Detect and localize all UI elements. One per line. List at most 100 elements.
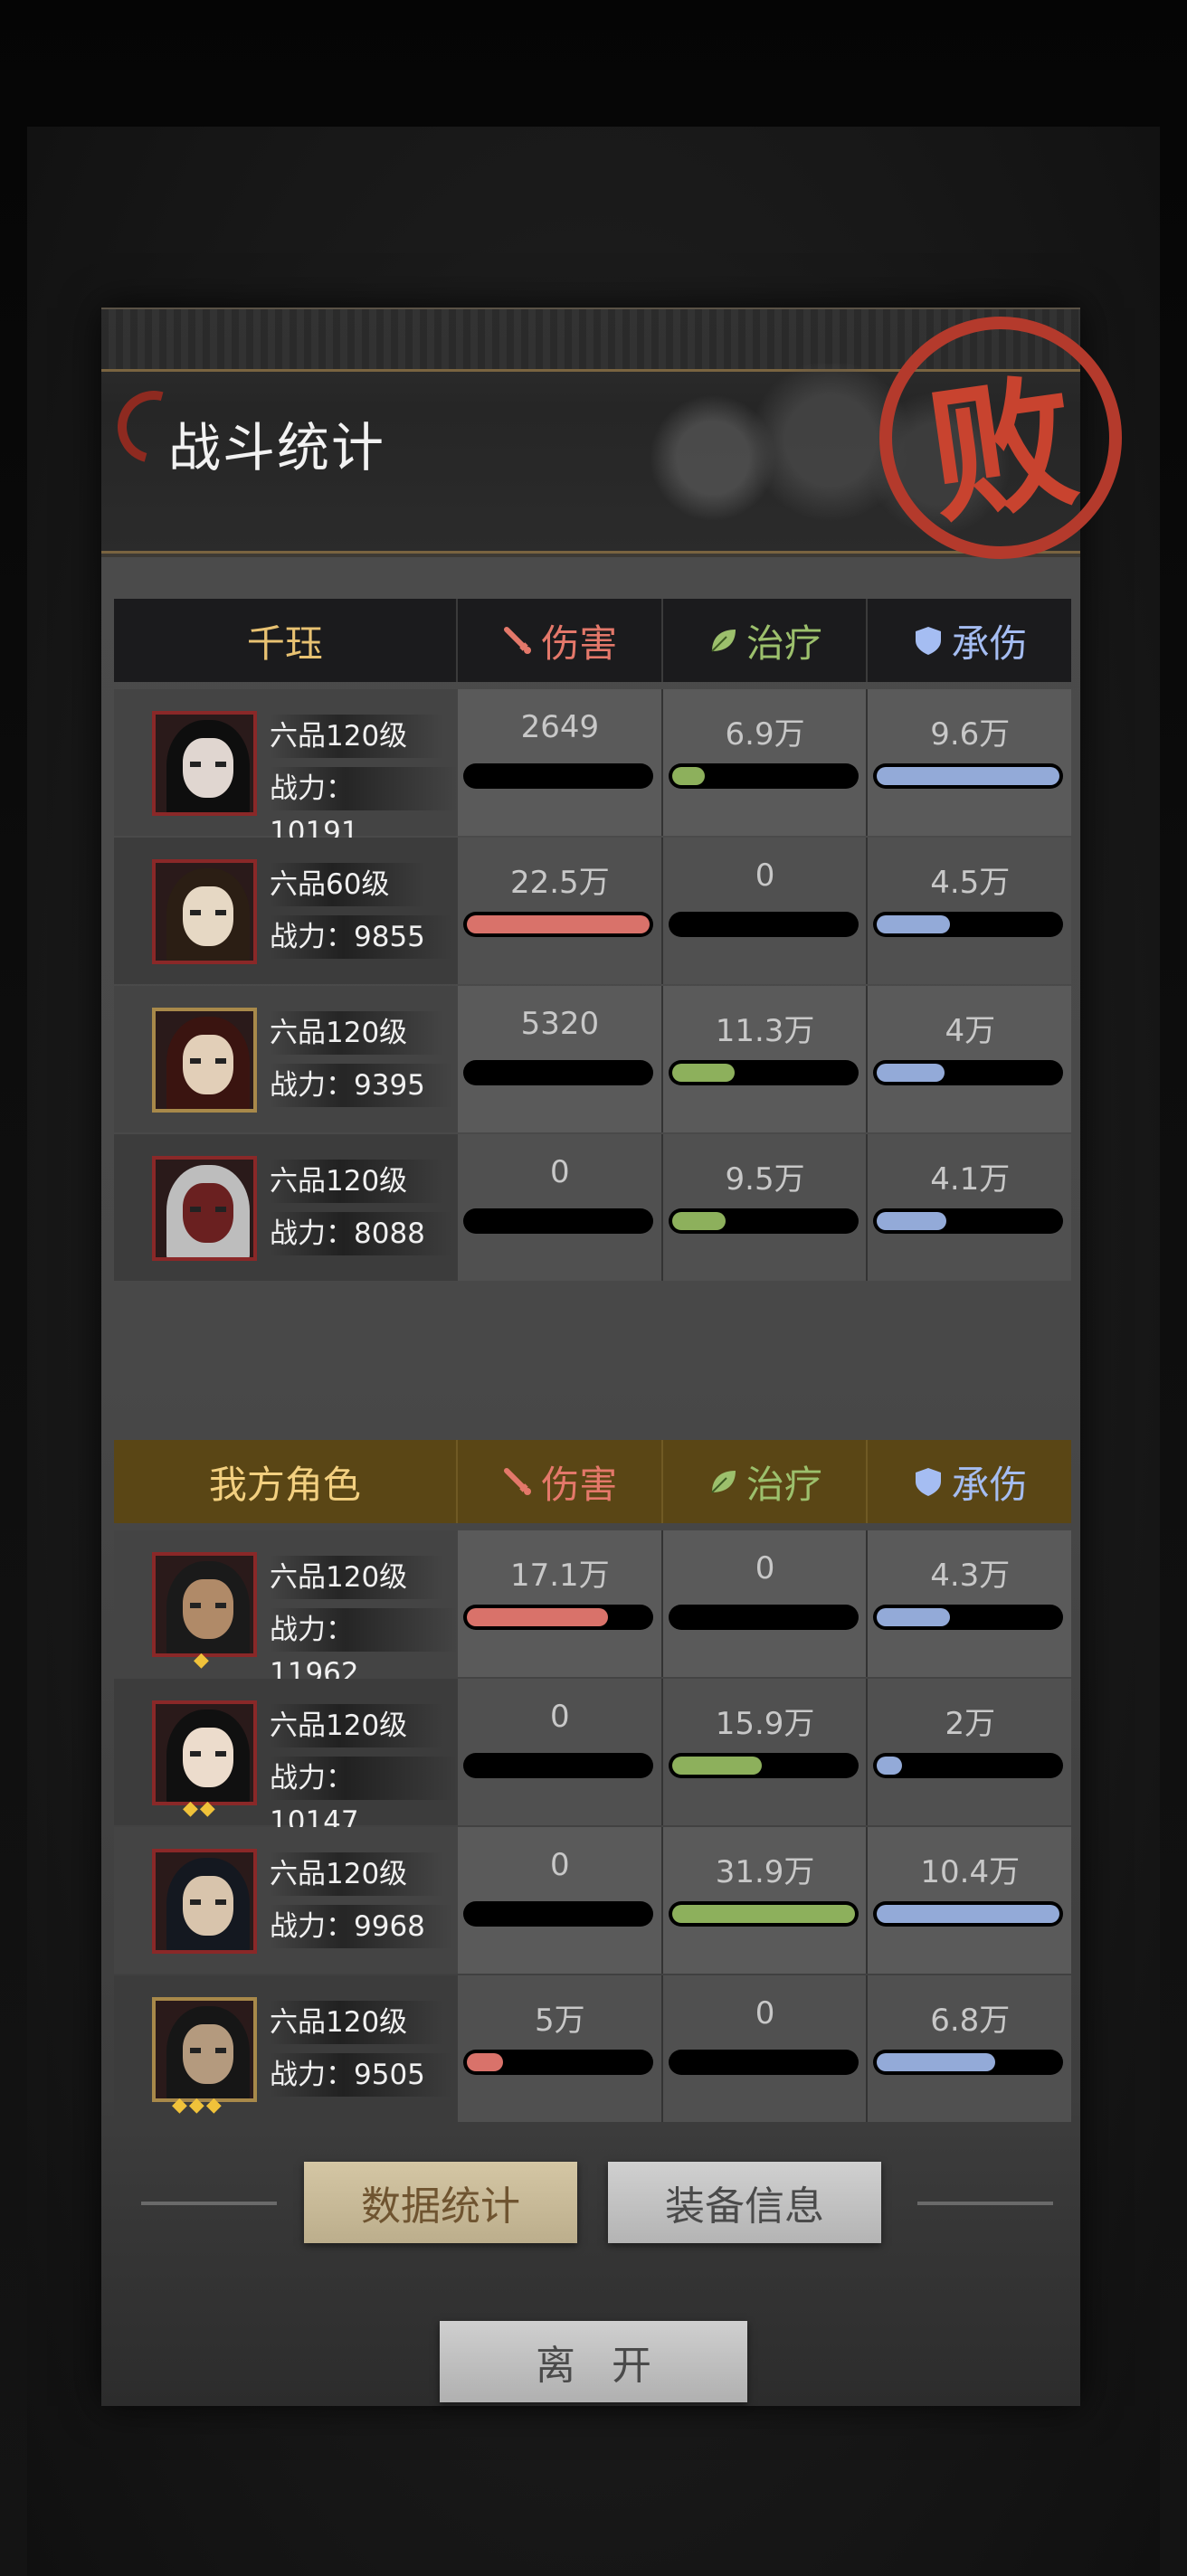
character-row: 六品120级 战力：9395 5320 11.3万 4万 <box>114 986 1071 1132</box>
healing-value: 0 <box>755 1550 775 1586</box>
healing-cell: 31.9万 <box>663 1827 869 1974</box>
healing-value: 6.9万 <box>725 716 805 753</box>
damage-bar <box>462 1901 653 1927</box>
damage-cell: 5万 <box>458 1975 663 2122</box>
leaf-icon <box>711 630 736 652</box>
star-icon: ◆ <box>188 2094 204 2117</box>
healing-value: 31.9万 <box>715 1854 815 1890</box>
tanking-value: 9.6万 <box>930 716 1011 753</box>
enemy-team-name: 千珏 <box>114 599 458 682</box>
character-rank: 六品120级 <box>270 1556 444 1599</box>
tanking-value: 4.5万 <box>930 865 1011 901</box>
tanking-cell: 2万 <box>868 1679 1071 1825</box>
character-power: 战力：10191 <box>270 767 458 848</box>
damage-cell: 17.1万 <box>458 1530 663 1677</box>
tanking-cell: 4.1万 <box>868 1134 1071 1281</box>
character-portrait[interactable] <box>152 1997 257 2102</box>
character-power: 战力：9855 <box>270 915 452 959</box>
healing-column-header: 治疗 <box>663 599 869 682</box>
healing-bar <box>668 912 859 937</box>
character-power: 战力：11962 <box>270 1608 458 1690</box>
character-portrait[interactable] <box>152 711 257 816</box>
character-power: 战力：9395 <box>270 1064 452 1107</box>
ally-table-header: 我方角色 伤害 治疗 承伤 <box>114 1440 1071 1523</box>
star-rating: ◆ <box>194 1650 209 1672</box>
character-portrait[interactable] <box>152 1552 257 1657</box>
sword-icon <box>504 1468 532 1495</box>
character-portrait[interactable] <box>152 1700 257 1805</box>
healing-cell: 0 <box>663 838 869 984</box>
damage-bar <box>462 1060 653 1085</box>
tanking-value: 6.8万 <box>930 2003 1011 2039</box>
damage-cell: 2649 <box>458 689 663 836</box>
tanking-bar-fill <box>877 1064 945 1082</box>
damage-bar <box>462 1605 653 1630</box>
healing-bar <box>668 2050 859 2075</box>
star-icon: ◆ <box>194 1649 209 1672</box>
tanking-bar <box>873 763 1064 789</box>
healing-cell: 6.9万 <box>663 689 869 836</box>
character-rank: 六品120级 <box>270 2001 444 2044</box>
character-portrait[interactable] <box>152 1156 257 1261</box>
star-icon: ◆ <box>199 1797 215 1820</box>
damage-cell: 22.5万 <box>458 838 663 984</box>
portrait-eyes <box>190 2048 226 2053</box>
tanking-value: 2万 <box>945 1706 996 1742</box>
star-icon: ◆ <box>183 1797 198 1820</box>
enemy-table-header: 千珏 伤害 治疗 承伤 <box>114 599 1071 682</box>
damage-column-header: 伤害 <box>458 599 663 682</box>
healing-value: 11.3万 <box>715 1013 815 1049</box>
damage-value: 0 <box>550 1699 570 1735</box>
tanking-cell: 4.5万 <box>868 838 1071 984</box>
healing-bar <box>668 1060 859 1085</box>
character-row: 六品120级战力：10191 2649 6.9万 9.6万 <box>114 689 1071 848</box>
damage-value: 2649 <box>520 709 600 745</box>
healing-bar-fill <box>671 1064 735 1082</box>
character-row: 六品60级战力：9855 22.5万 0 4.5万 <box>114 838 1071 984</box>
healing-bar-fill <box>671 1757 762 1775</box>
healing-bar <box>668 1901 859 1927</box>
equipment-info-button[interactable]: 装备信息 <box>608 2162 881 2243</box>
healing-bar-fill <box>671 1212 726 1230</box>
character-rank: 六品120级 <box>270 1704 444 1747</box>
tanking-value: 4万 <box>945 1013 996 1049</box>
tanking-cell: 4万 <box>868 986 1071 1132</box>
tanking-bar <box>873 2050 1064 2075</box>
healing-column-header: 治疗 <box>663 1440 869 1523</box>
damage-value: 17.1万 <box>509 1558 610 1594</box>
character-row: ◆ ◆ 六品120级 战力：10147 0 15.9万 2万 <box>114 1679 1071 1838</box>
defeat-seal: 败 <box>879 317 1122 559</box>
right-divider <box>917 2202 1053 2205</box>
page-title: 战斗统计 <box>168 417 386 478</box>
data-stats-button[interactable]: 数据统计 <box>304 2162 577 2243</box>
tanking-value: 4.1万 <box>930 1161 1011 1198</box>
character-power: 战力：9968 <box>270 1905 452 1948</box>
damage-value: 5320 <box>520 1006 600 1042</box>
character-rank: 六品120级 <box>270 715 444 758</box>
healing-bar <box>668 763 859 789</box>
character-rank: 六品120级 <box>270 1011 444 1055</box>
character-row: ◆ 六品120级战力：11962 17.1万 0 4.3万 <box>114 1530 1071 1690</box>
damage-bar <box>462 1208 653 1234</box>
portrait-eyes <box>190 1899 226 1905</box>
portrait-face <box>183 2024 233 2084</box>
portrait-eyes <box>190 1058 226 1064</box>
damage-bar <box>462 1753 653 1778</box>
portrait-face <box>183 738 233 798</box>
sword-icon <box>504 627 532 654</box>
portrait-face <box>183 1579 233 1639</box>
leave-button[interactable]: 离开 <box>440 2321 747 2402</box>
healing-value: 15.9万 <box>715 1706 815 1742</box>
tanking-cell: 4.3万 <box>868 1530 1071 1677</box>
damage-bar-fill <box>466 1608 608 1626</box>
portrait-eyes <box>190 762 226 767</box>
character-portrait[interactable] <box>152 1008 257 1113</box>
character-portrait[interactable] <box>152 1849 257 1954</box>
damage-bar <box>462 763 653 789</box>
character-rank: 六品60级 <box>270 863 426 906</box>
character-info: 六品120级 战力：9968 <box>114 1827 458 1974</box>
tanking-column-header: 承伤 <box>868 599 1071 682</box>
tanking-column-header: 承伤 <box>868 1440 1071 1523</box>
tanking-bar-fill <box>877 1757 903 1775</box>
character-portrait[interactable] <box>152 859 257 964</box>
